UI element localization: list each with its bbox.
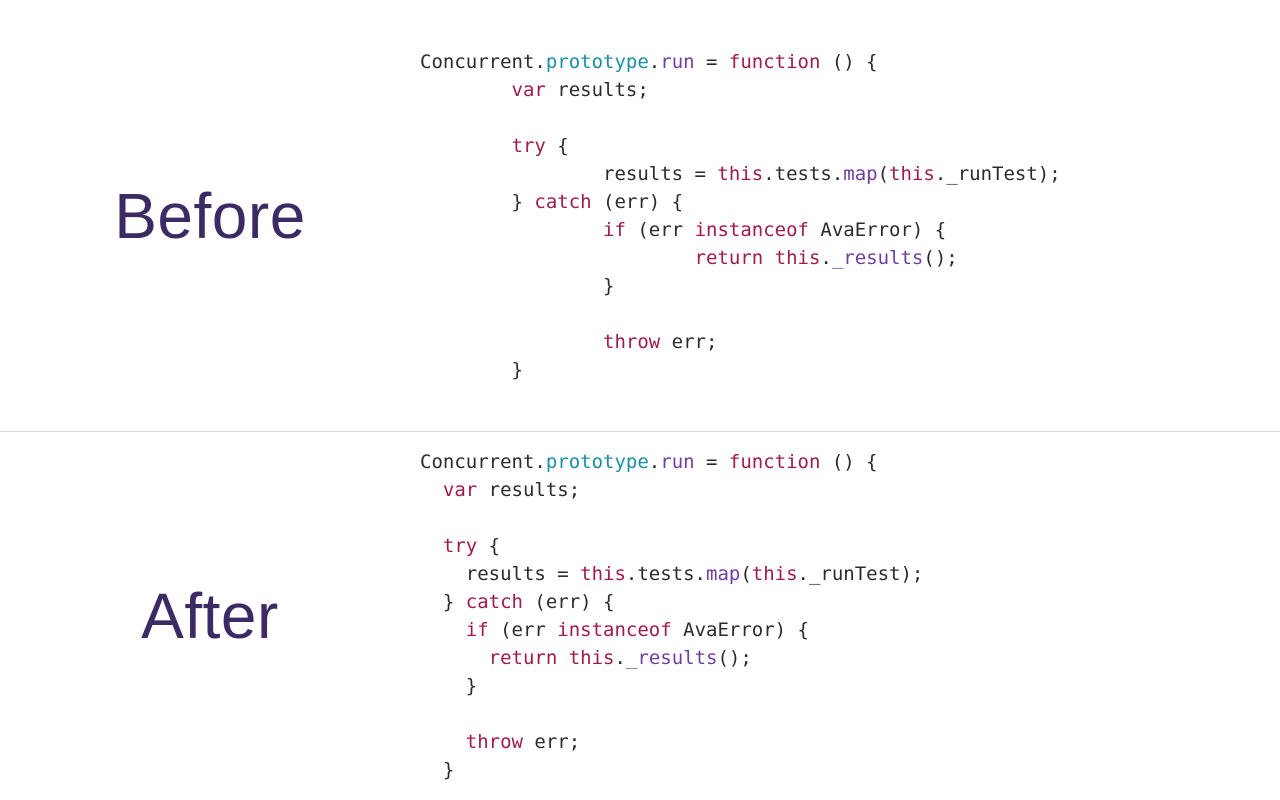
after-panel: After Concurrent.prototype.run = functio…	[0, 432, 1280, 800]
after-code: Concurrent.prototype.run = function () {…	[420, 448, 1280, 784]
before-code: Concurrent.prototype.run = function () {…	[420, 48, 1280, 384]
before-panel: Before Concurrent.prototype.run = functi…	[0, 0, 1280, 432]
after-label-column: After	[0, 579, 420, 653]
before-code-column: Concurrent.prototype.run = function () {…	[420, 30, 1280, 402]
after-label: After	[141, 579, 279, 653]
after-code-column: Concurrent.prototype.run = function () {…	[420, 430, 1280, 800]
before-label: Before	[114, 179, 306, 253]
before-label-column: Before	[0, 179, 420, 253]
